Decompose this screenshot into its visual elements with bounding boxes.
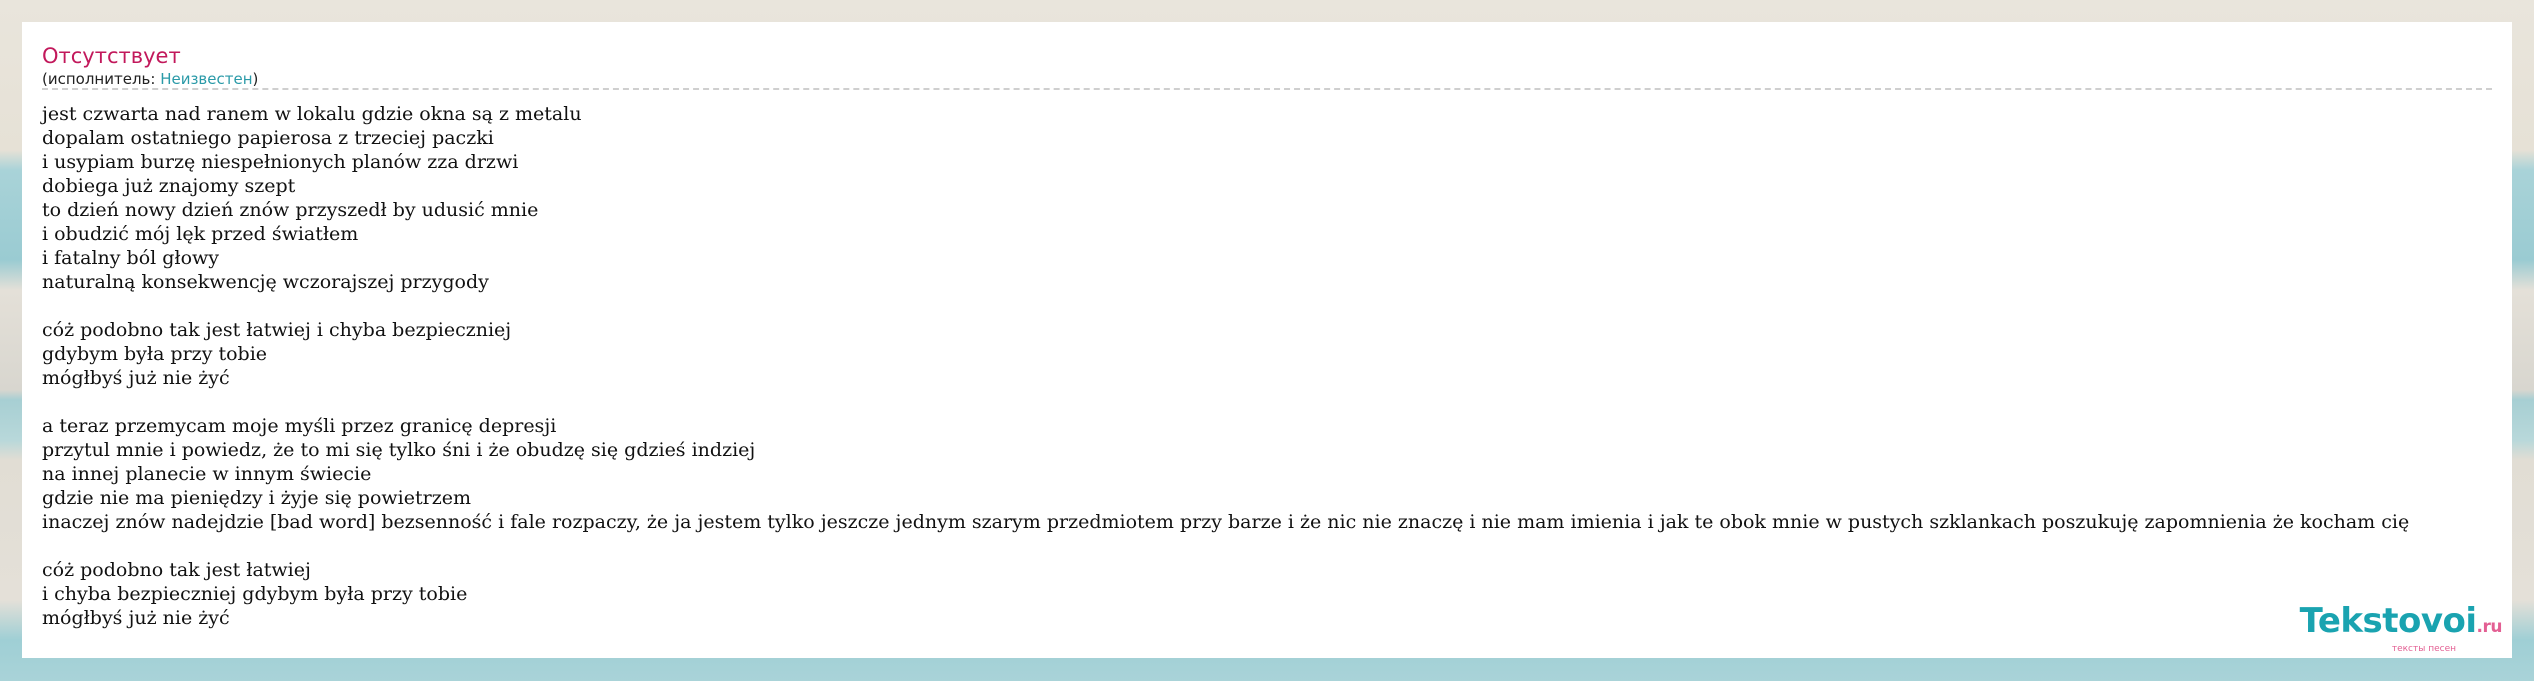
lyric-line: i usypiam burzę niespełnionych planów zz…: [42, 151, 519, 173]
lyric-line: i fatalny ból głowy: [42, 247, 220, 269]
lyric-line: jest czwarta nad ranem w lokalu gdzie ok…: [42, 103, 582, 125]
artist-prefix: (исполнитель:: [42, 70, 161, 88]
logo-tagline: тексты песен: [2391, 644, 2456, 654]
logo-wordmark: Tekstovoi.ru: [2299, 601, 2503, 644]
lyric-line: na innej planecie w innym świecie: [42, 463, 372, 485]
stanza-break: [42, 390, 2409, 414]
logo-main-text: Tekstovoi: [2299, 601, 2477, 641]
artist-link[interactable]: Неизвестен: [160, 70, 252, 88]
logo-tld: .ru: [2476, 617, 2503, 637]
song-header: Отсутствует (исполнитель: Неизвестен): [42, 42, 2492, 88]
lyric-line: to dzień nowy dzień znów przyszedł by ud…: [42, 199, 539, 221]
lyric-line: gdzie nie ma pieniędzy i żyje się powiet…: [42, 487, 471, 509]
site-logo[interactable]: Tekstovoi.ru тексты песен: [2299, 601, 2503, 654]
lyrics-page: Отсутствует (исполнитель: Неизвестен) je…: [22, 22, 2512, 658]
artist-suffix: ): [252, 70, 259, 88]
song-title: Отсутствует: [42, 44, 181, 68]
lyric-line: inaczej znów nadejdzie [bad word] bezsen…: [42, 511, 2410, 533]
artist-line: (исполнитель: Неизвестен): [42, 70, 2492, 88]
lyrics-body: jest czwarta nad ranem w lokalu gdzie ok…: [42, 102, 2409, 630]
lyric-line: przytul mnie i powiedz, że to mi się tyl…: [42, 439, 756, 461]
lyric-line: dopalam ostatniego papierosa z trzeciej …: [42, 127, 494, 149]
stanza-break: [42, 534, 2409, 558]
lyric-line: gdybym była przy tobie: [42, 343, 268, 365]
lyric-line: i obudzić mój lęk przed światłem: [42, 223, 359, 245]
lyric-line: mógłbyś już nie żyć: [42, 607, 230, 629]
lyric-line: dobiega już znajomy szept: [42, 175, 296, 197]
lyric-line: i chyba bezpieczniej gdybym była przy to…: [42, 583, 468, 605]
lyric-line: cóż podobno tak jest łatwiej: [42, 559, 311, 581]
lyric-line: mógłbyś już nie żyć: [42, 367, 230, 389]
lyric-line: a teraz przemycam moje myśli przez grani…: [42, 415, 557, 437]
header-divider: [42, 88, 2492, 90]
stanza-break: [42, 294, 2409, 318]
lyric-line: cóż podobno tak jest łatwiej i chyba bez…: [42, 319, 512, 341]
lyric-line: naturalną konsekwencję wczorajszej przyg…: [42, 271, 489, 293]
